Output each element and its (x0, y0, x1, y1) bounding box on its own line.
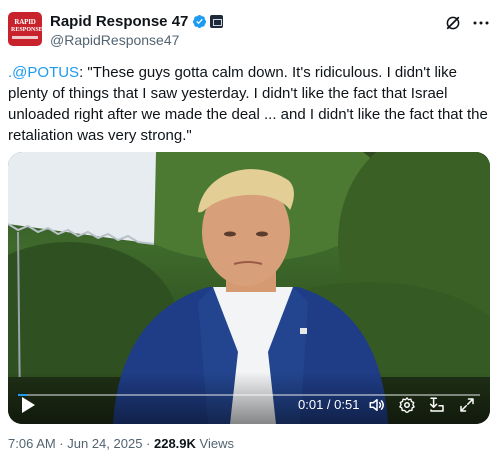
more-icon[interactable] (472, 16, 490, 30)
affiliation-badge-icon[interactable] (210, 14, 224, 28)
video-controls: 0:01 / 0:51 (8, 372, 490, 424)
verified-badge-icon (193, 14, 207, 28)
handle[interactable]: @RapidResponse47 (50, 32, 223, 48)
tweet-body: : "These guys gotta calm down. It's ridi… (8, 64, 493, 144)
fullscreen-icon[interactable] (458, 396, 476, 414)
avatar[interactable]: RAPID RESPONSE (8, 12, 42, 46)
popout-icon[interactable] (428, 396, 446, 414)
play-icon[interactable] (20, 396, 36, 414)
avatar-bar (12, 36, 38, 39)
mention-link[interactable]: .@POTUS (8, 64, 79, 81)
video-time: 0:01 / 0:51 (298, 397, 360, 412)
display-name[interactable]: Rapid Response 47 (50, 13, 188, 30)
avatar-text-2: RESPONSE (11, 27, 42, 33)
volume-icon[interactable] (368, 396, 386, 414)
video-player[interactable]: 0:01 / 0:51 (8, 152, 490, 424)
author-names: Rapid Response 47 @RapidResponse47 (50, 12, 224, 48)
grok-icon[interactable] (444, 14, 462, 32)
tweet-text: .@POTUS: "These guys gotta calm down. It… (8, 62, 494, 146)
tweet-meta: 7:06 AM · Jun 24, 2025 · 228.9K Views (8, 436, 234, 451)
avatar-text-1: RAPID (14, 18, 36, 26)
tweet-header: RAPID RESPONSE Rapid Response 47 @RapidR… (8, 10, 492, 50)
views-label: Views (195, 436, 234, 451)
gear-icon[interactable] (398, 396, 416, 414)
views-count: 228.9K (153, 436, 196, 451)
timestamp[interactable]: 7:06 AM · Jun 24, 2025 · (8, 436, 154, 451)
